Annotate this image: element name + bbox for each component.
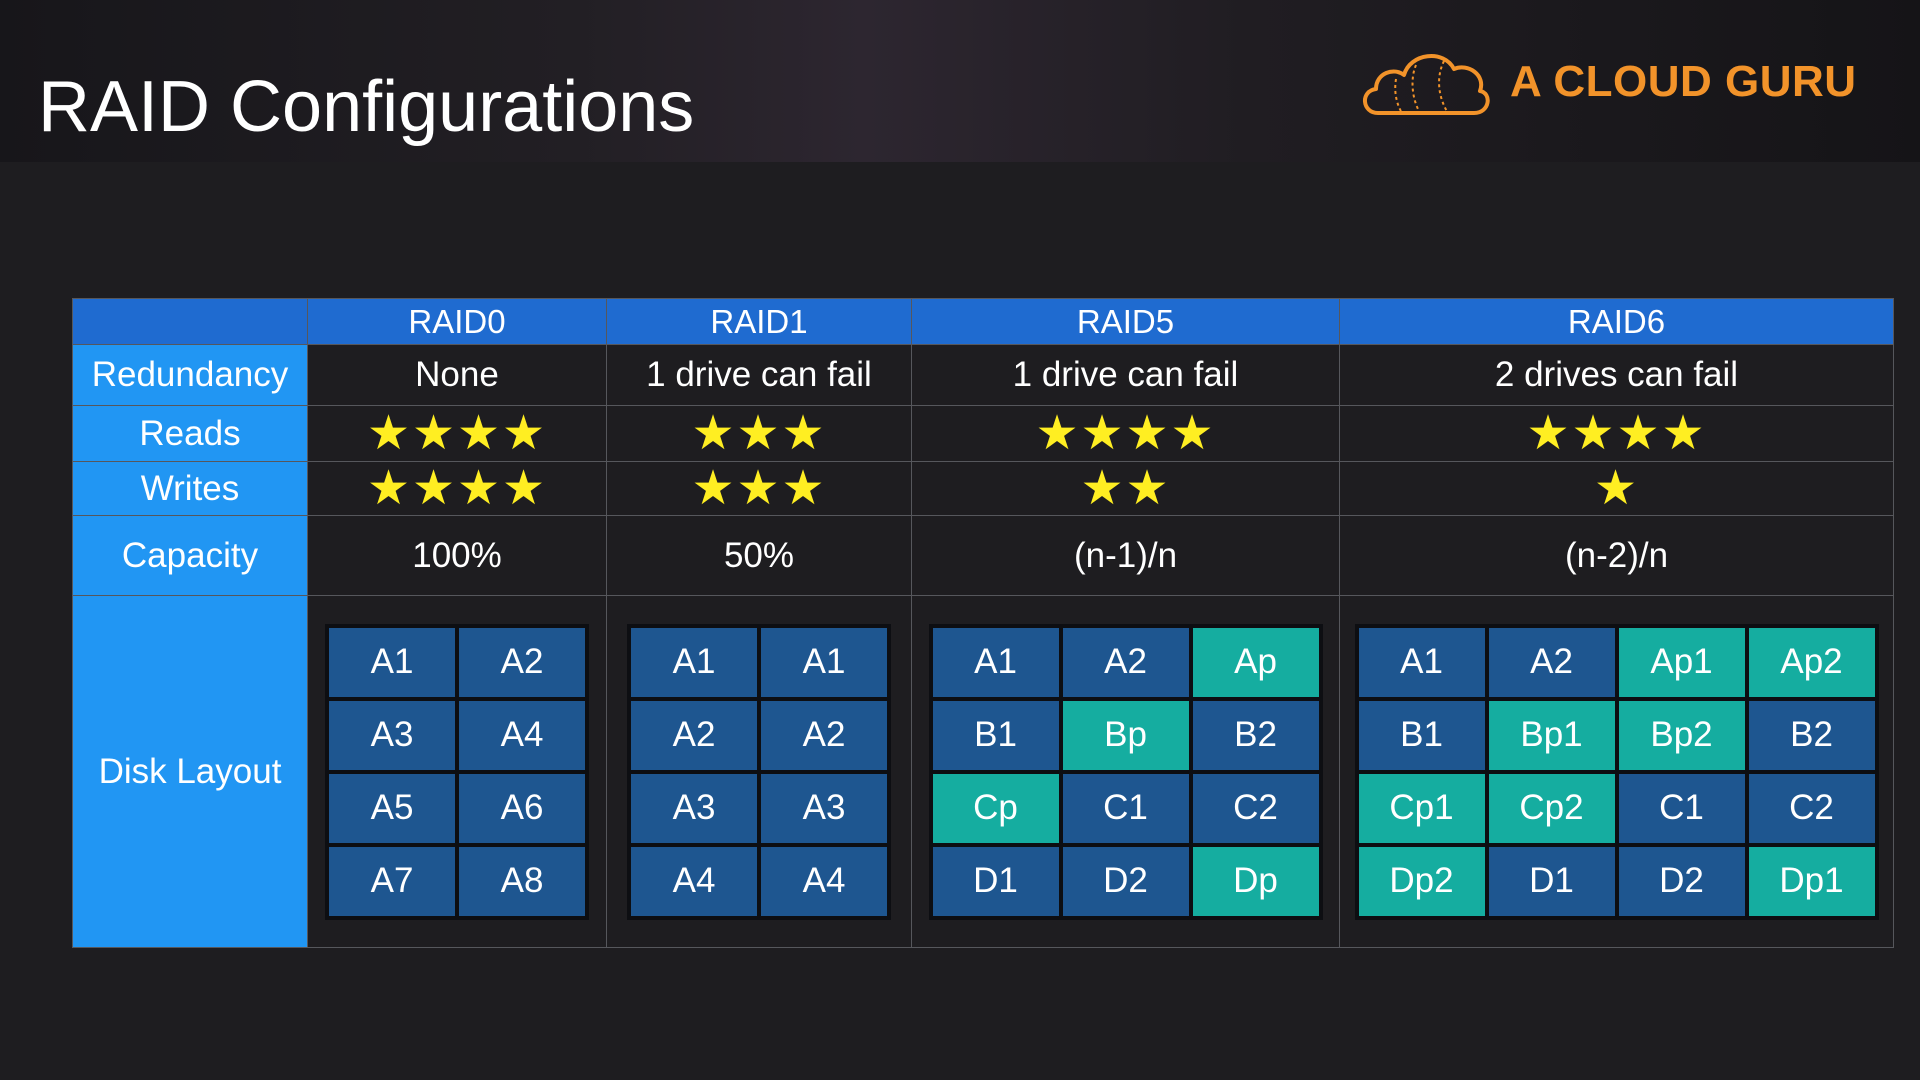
row-label-reads: Reads — [72, 405, 308, 462]
reads-raid5: ★★★★ — [911, 405, 1340, 462]
parity-block: Ap1 — [1618, 627, 1745, 697]
data-block: A6 — [459, 773, 585, 843]
data-block: A1 — [761, 627, 887, 697]
reads-raid1: ★★★ — [606, 405, 912, 462]
disk-grid-raid0: A1 A2 A3 A4 A5 A6 A7 A8 — [325, 623, 589, 920]
cloud-icon — [1363, 54, 1490, 115]
redundancy-raid5: 1 drive can fail — [911, 344, 1340, 406]
reads-rating-raid5: ★★★★ — [1035, 406, 1216, 460]
row-label-disk-layout: Disk Layout — [72, 595, 308, 948]
data-block: A1 — [932, 627, 1059, 697]
brand-name: A CLOUD GURU — [1510, 57, 1857, 106]
disk-grid-raid5: A1 A2 Ap B1 Bp B2 Cp C1 C2 D1 D2 Dp — [928, 623, 1323, 920]
data-block: A2 — [459, 627, 585, 697]
parity-block: Bp1 — [1488, 700, 1615, 770]
parity-block: Ap — [1192, 627, 1319, 697]
data-block: B1 — [932, 700, 1059, 770]
disk-layout-raid0: A1 A2 A3 A4 A5 A6 A7 A8 — [307, 595, 607, 948]
row-label-capacity: Capacity — [72, 515, 308, 596]
capacity-raid6: (n-2)/n — [1339, 515, 1894, 596]
writes-rating-raid6: ★ — [1593, 461, 1640, 515]
table-row-capacity: Capacity 100% 50% (n-1)/n (n-2)/n — [72, 515, 1894, 596]
data-block: A5 — [329, 773, 455, 843]
parity-block: Bp — [1062, 700, 1189, 770]
data-block: A1 — [631, 627, 757, 697]
table-row-writes: Writes ★★★★ ★★★ ★★ ★ — [72, 461, 1894, 516]
writes-raid6: ★ — [1339, 461, 1894, 516]
redundancy-raid1: 1 drive can fail — [606, 344, 912, 406]
brand-logo: A CLOUD GURU — [1356, 42, 1857, 122]
raid-comparison-table: RAID0 RAID1 RAID5 RAID6 Redundancy None … — [72, 298, 1894, 948]
parity-block: Cp2 — [1488, 773, 1615, 843]
disk-layout-raid5: A1 A2 Ap B1 Bp B2 Cp C1 C2 D1 D2 Dp — [911, 595, 1340, 948]
reads-rating-raid0: ★★★★ — [366, 406, 548, 460]
data-block: A2 — [631, 700, 757, 770]
data-block: D2 — [1062, 846, 1189, 916]
data-block: A1 — [1358, 627, 1485, 697]
writes-rating-raid1: ★★★ — [691, 461, 827, 515]
data-block: D2 — [1618, 846, 1745, 916]
reads-rating-raid1: ★★★ — [691, 406, 827, 460]
capacity-raid5: (n-1)/n — [911, 515, 1340, 596]
parity-block: Bp2 — [1618, 700, 1745, 770]
parity-block: Dp2 — [1358, 846, 1485, 916]
column-header-raid0: RAID0 — [307, 298, 607, 345]
row-label-redundancy: Redundancy — [72, 344, 308, 406]
parity-block: Ap2 — [1748, 627, 1875, 697]
data-block: A2 — [1062, 627, 1189, 697]
capacity-raid1: 50% — [606, 515, 912, 596]
data-block: A3 — [631, 773, 757, 843]
data-block: A3 — [329, 700, 455, 770]
data-block: A3 — [761, 773, 887, 843]
redundancy-raid0: None — [307, 344, 607, 406]
table-row-reads: Reads ★★★★ ★★★ ★★★★ ★★★★ — [72, 405, 1894, 462]
writes-rating-raid5: ★★ — [1080, 461, 1171, 515]
column-header-raid5: RAID5 — [911, 298, 1340, 345]
writes-raid5: ★★ — [911, 461, 1340, 516]
table-header-row: RAID0 RAID1 RAID5 RAID6 — [72, 298, 1894, 345]
data-block: A7 — [329, 846, 455, 916]
reads-raid6: ★★★★ — [1339, 405, 1894, 462]
data-block: A4 — [459, 700, 585, 770]
data-block: D1 — [932, 846, 1059, 916]
data-block: A4 — [631, 846, 757, 916]
data-block: A1 — [329, 627, 455, 697]
capacity-raid0: 100% — [307, 515, 607, 596]
data-block: B1 — [1358, 700, 1485, 770]
page-title: RAID Configurations — [38, 67, 695, 147]
column-header-raid6: RAID6 — [1339, 298, 1894, 345]
writes-raid1: ★★★ — [606, 461, 912, 516]
disk-layout-raid1: A1 A1 A2 A2 A3 A3 A4 A4 — [606, 595, 912, 948]
data-block: C1 — [1062, 773, 1189, 843]
data-block: C1 — [1618, 773, 1745, 843]
data-block: A2 — [1488, 627, 1615, 697]
data-block: C2 — [1748, 773, 1875, 843]
disk-grid-raid6: A1 A2 Ap1 Ap2 B1 Bp1 Bp2 B2 Cp1 Cp2 C1 C2 Dp2 D1 D2 Dp1 — [1354, 623, 1879, 920]
data-block: A2 — [761, 700, 887, 770]
parity-block: Cp1 — [1358, 773, 1485, 843]
parity-block: Cp — [932, 773, 1059, 843]
table-row-redundancy: Redundancy None 1 drive can fail 1 drive… — [72, 344, 1894, 406]
table-corner-cell — [72, 298, 308, 345]
data-block: C2 — [1192, 773, 1319, 843]
redundancy-raid6: 2 drives can fail — [1339, 344, 1894, 406]
disk-layout-raid6: A1 A2 Ap1 Ap2 B1 Bp1 Bp2 B2 Cp1 Cp2 C1 C2 Dp2 D1 D2 Dp1 — [1339, 595, 1894, 948]
data-block: B2 — [1192, 700, 1319, 770]
parity-block: Dp1 — [1748, 846, 1875, 916]
data-block: A8 — [459, 846, 585, 916]
reads-raid0: ★★★★ — [307, 405, 607, 462]
data-block: D1 — [1488, 846, 1615, 916]
parity-block: Dp — [1192, 846, 1319, 916]
column-header-raid1: RAID1 — [606, 298, 912, 345]
writes-raid0: ★★★★ — [307, 461, 607, 516]
row-label-writes: Writes — [72, 461, 308, 516]
disk-grid-raid1: A1 A1 A2 A2 A3 A3 A4 A4 — [627, 623, 891, 920]
data-block: B2 — [1748, 700, 1875, 770]
data-block: A4 — [761, 846, 887, 916]
table-row-disk-layout: Disk Layout A1 A2 A3 A4 A5 A6 A7 A8 A1 A1 A2 A2 A3 A… — [72, 595, 1894, 948]
reads-rating-raid6: ★★★★ — [1526, 406, 1707, 460]
writes-rating-raid0: ★★★★ — [366, 461, 548, 515]
